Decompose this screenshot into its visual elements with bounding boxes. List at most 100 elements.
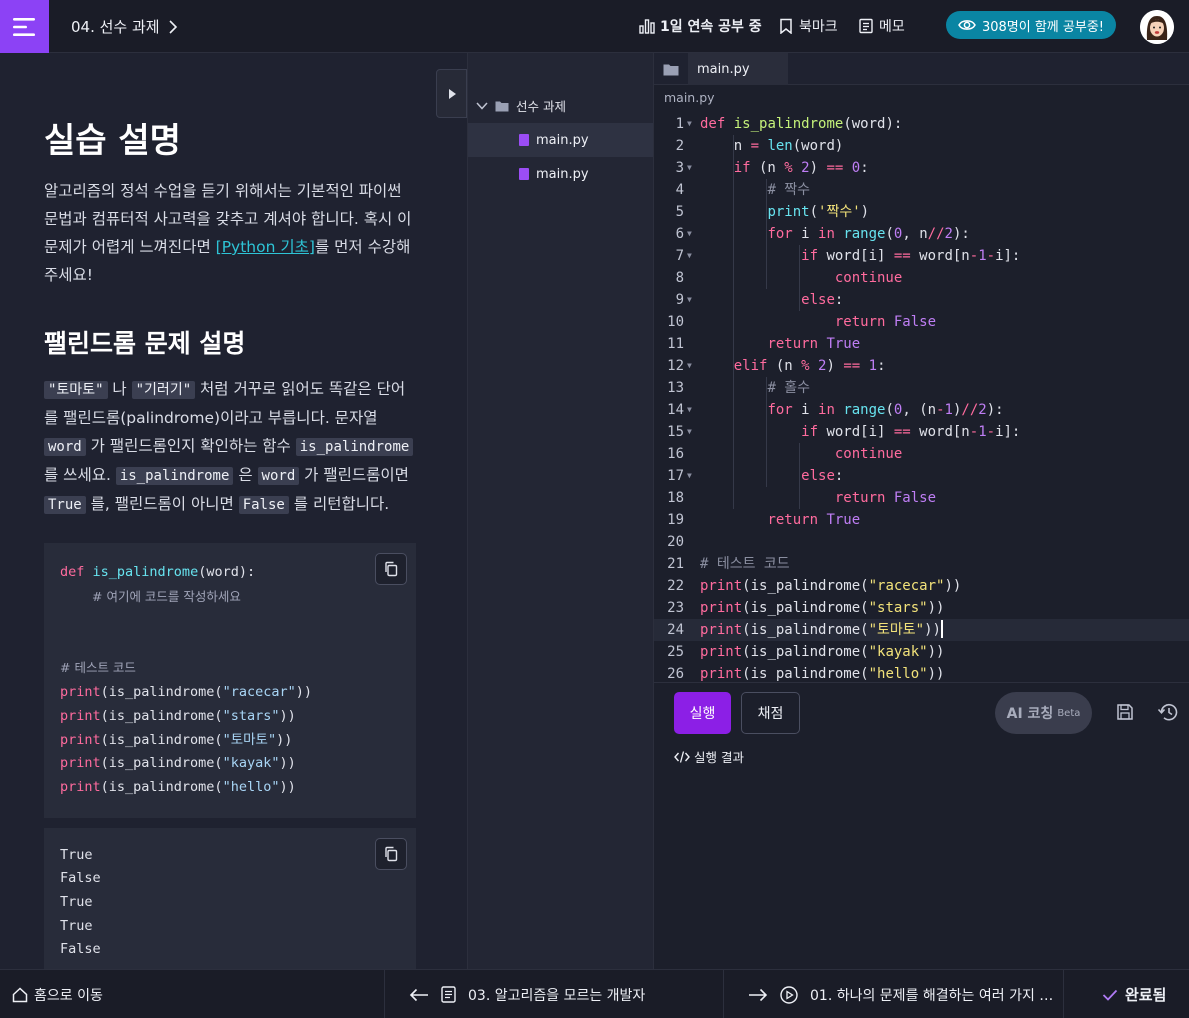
fold-arrow-icon[interactable]: ▼ — [687, 245, 692, 267]
code-line: print(is_palindrome("hello")) — [60, 776, 400, 800]
history-button[interactable] — [1156, 700, 1180, 724]
fold-arrow-icon[interactable]: ▼ — [687, 289, 692, 311]
code-line-current: 24 print(is_palindrome("토마토")) — [654, 619, 1189, 641]
ai-coaching-button[interactable]: AI 코칭 Beta — [995, 692, 1092, 734]
output-line: True — [60, 894, 93, 911]
python-basics-link[interactable]: [Python 기초] — [216, 238, 315, 256]
code-line: 12 ▼ elif (n % 2) == 1: — [654, 355, 1189, 377]
code-keyword: print — [60, 684, 101, 701]
code-line: 7 ▼ if word[i] == word[n-1-i]: — [654, 245, 1189, 267]
tree-folder[interactable]: 선수 과제 — [476, 96, 566, 115]
code-line: 15 ▼ if word[i] == word[n-1-i]: — [654, 421, 1189, 443]
code-line: 3 ▼ if (n % 2) == 0: — [654, 157, 1189, 179]
editor-tabs: main.py — [654, 53, 1189, 85]
top-bar: 04. 선수 과제 1일 연속 공부 중 북마크 메모 308명이 함께 공부중… — [0, 0, 1189, 53]
line-number: 11 — [667, 336, 684, 352]
code-call: (is_palindrome( — [100, 731, 223, 748]
code-line: 6 ▼ for i in range(0, n//2): — [654, 223, 1189, 245]
line-number: 6 — [675, 226, 684, 242]
line-number: 20 — [667, 534, 684, 550]
run-button[interactable]: 실행 — [674, 692, 731, 734]
breadcrumb[interactable]: 04. 선수 과제 — [71, 16, 180, 37]
fold-arrow-icon[interactable]: ▼ — [687, 355, 692, 377]
problem-text: 은 — [233, 466, 258, 484]
tree-file-label: main.py — [536, 166, 589, 182]
studying-now-badge[interactable]: 308명이 함께 공부중! — [946, 11, 1116, 39]
fold-arrow-icon[interactable]: ▼ — [687, 399, 692, 421]
editor-actions: 실행 채점 AI 코칭 Beta — [654, 682, 1189, 742]
tree-file[interactable]: main.py — [468, 157, 653, 191]
folder-icon — [495, 101, 509, 111]
streak-indicator[interactable]: 1일 연속 공부 중 — [639, 16, 762, 36]
run-result-label: 실행 결과 — [694, 750, 744, 765]
prev-lesson-button[interactable]: 03. 알고리즘을 모르는 개발자 — [385, 970, 724, 1018]
menu-button[interactable] — [0, 0, 49, 53]
code-line: 26 print(is_palindrome("hello")) — [654, 663, 1189, 681]
fold-arrow-icon[interactable]: ▼ — [687, 465, 692, 487]
bookmark-button[interactable]: 북마크 — [778, 16, 838, 36]
code-line: print(is_palindrome("stars")) — [60, 705, 400, 729]
code-comment: # 여기에 코드를 작성하세요 — [92, 588, 241, 604]
code-close: )) — [279, 755, 296, 772]
problem-text: 나 — [107, 380, 132, 398]
problem-title: 팰린드롬 문제 설명 — [44, 329, 246, 358]
explorer-toggle[interactable] — [654, 53, 688, 85]
next-lesson-button[interactable]: 01. 하나의 문제를 해결하는 여러 가지 … — [724, 970, 1064, 1018]
line-number: 5 — [675, 204, 684, 220]
fold-arrow-icon[interactable]: ▼ — [687, 223, 692, 245]
eye-icon — [958, 20, 976, 30]
code-comment: # 테스트 코드 — [60, 660, 136, 676]
code-editor: main.py main.py 1 ▼ def is_palindrome(word… — [653, 53, 1189, 969]
memo-button[interactable]: 메모 — [858, 16, 905, 36]
code-call: (is_palindrome( — [100, 707, 223, 724]
document-icon — [441, 986, 456, 1003]
fold-arrow-icon[interactable]: ▼ — [687, 113, 692, 135]
check-icon — [1102, 989, 1118, 1001]
python-file-icon — [519, 134, 529, 146]
problem-paragraph: "토마토" 나 "기러기" 처럼 거꾸로 읽어도 똑같은 단어를 팰린드롬(pa… — [44, 375, 415, 519]
tree-file-label: main.py — [536, 132, 589, 148]
line-number: 3 — [675, 160, 684, 176]
code-line: 10 return False — [654, 311, 1189, 333]
example-code-block: def is_palindrome(word): # 여기에 코드를 작성하세요… — [44, 543, 416, 818]
tree-file[interactable]: main.py — [468, 123, 653, 157]
bar-chart-icon — [639, 19, 655, 34]
intro-paragraph: 알고리즘의 정석 수업을 듣기 위해서는 기본적인 파이썬 문법과 컴퓨터적 사… — [44, 177, 415, 289]
avatar[interactable] — [1140, 10, 1174, 44]
copy-output-button[interactable] — [375, 837, 407, 870]
prev-lesson-label: 03. 알고리즘을 모르는 개발자 — [468, 987, 646, 1004]
copy-icon — [385, 561, 398, 577]
home-button[interactable]: 홈으로 이동 — [0, 970, 385, 1018]
code-line: 13 # 홀수 — [654, 377, 1189, 399]
code-line: 11 return True — [654, 333, 1189, 355]
inline-code: is_palindrome — [115, 467, 234, 485]
code-line: 9 ▼ else: — [654, 289, 1189, 311]
code-string: "stars" — [222, 707, 280, 724]
beta-badge: Beta — [1057, 707, 1081, 719]
code-line: 16 continue — [654, 443, 1189, 465]
fold-arrow-icon[interactable]: ▼ — [687, 157, 692, 179]
code-keyword: def — [60, 564, 85, 580]
code-function: is_palindrome — [92, 564, 199, 580]
code-line: 19 return True — [654, 509, 1189, 531]
fold-arrow-icon[interactable]: ▼ — [687, 421, 692, 443]
bookmark-icon — [780, 18, 792, 34]
menu-icon — [12, 17, 35, 36]
complete-button[interactable]: 완료됨 — [1064, 970, 1189, 1018]
grade-button[interactable]: 채점 — [741, 692, 800, 734]
tab-main-py[interactable]: main.py — [688, 53, 788, 85]
code-line: 1 ▼ def is_palindrome(word): — [654, 113, 1189, 135]
line-number: 12 — [667, 358, 684, 374]
code-line: 22 print(is_palindrome("racecar")) — [654, 575, 1189, 597]
code-line: 14 ▼ for i in range(0, (n-1)//2): — [654, 399, 1189, 421]
copy-code-button[interactable] — [375, 553, 407, 585]
code-keyword: print — [60, 755, 101, 772]
inline-code: True — [44, 496, 86, 514]
home-label: 홈으로 이동 — [34, 987, 103, 1004]
collapse-panel-button[interactable] — [436, 69, 467, 118]
line-number: 8 — [675, 270, 684, 286]
save-button[interactable] — [1113, 700, 1137, 724]
line-number: 18 — [667, 490, 684, 506]
output-line: True — [60, 917, 93, 934]
code-area[interactable]: 1 ▼ def is_palindrome(word): 2 n = len(wor… — [654, 113, 1189, 681]
